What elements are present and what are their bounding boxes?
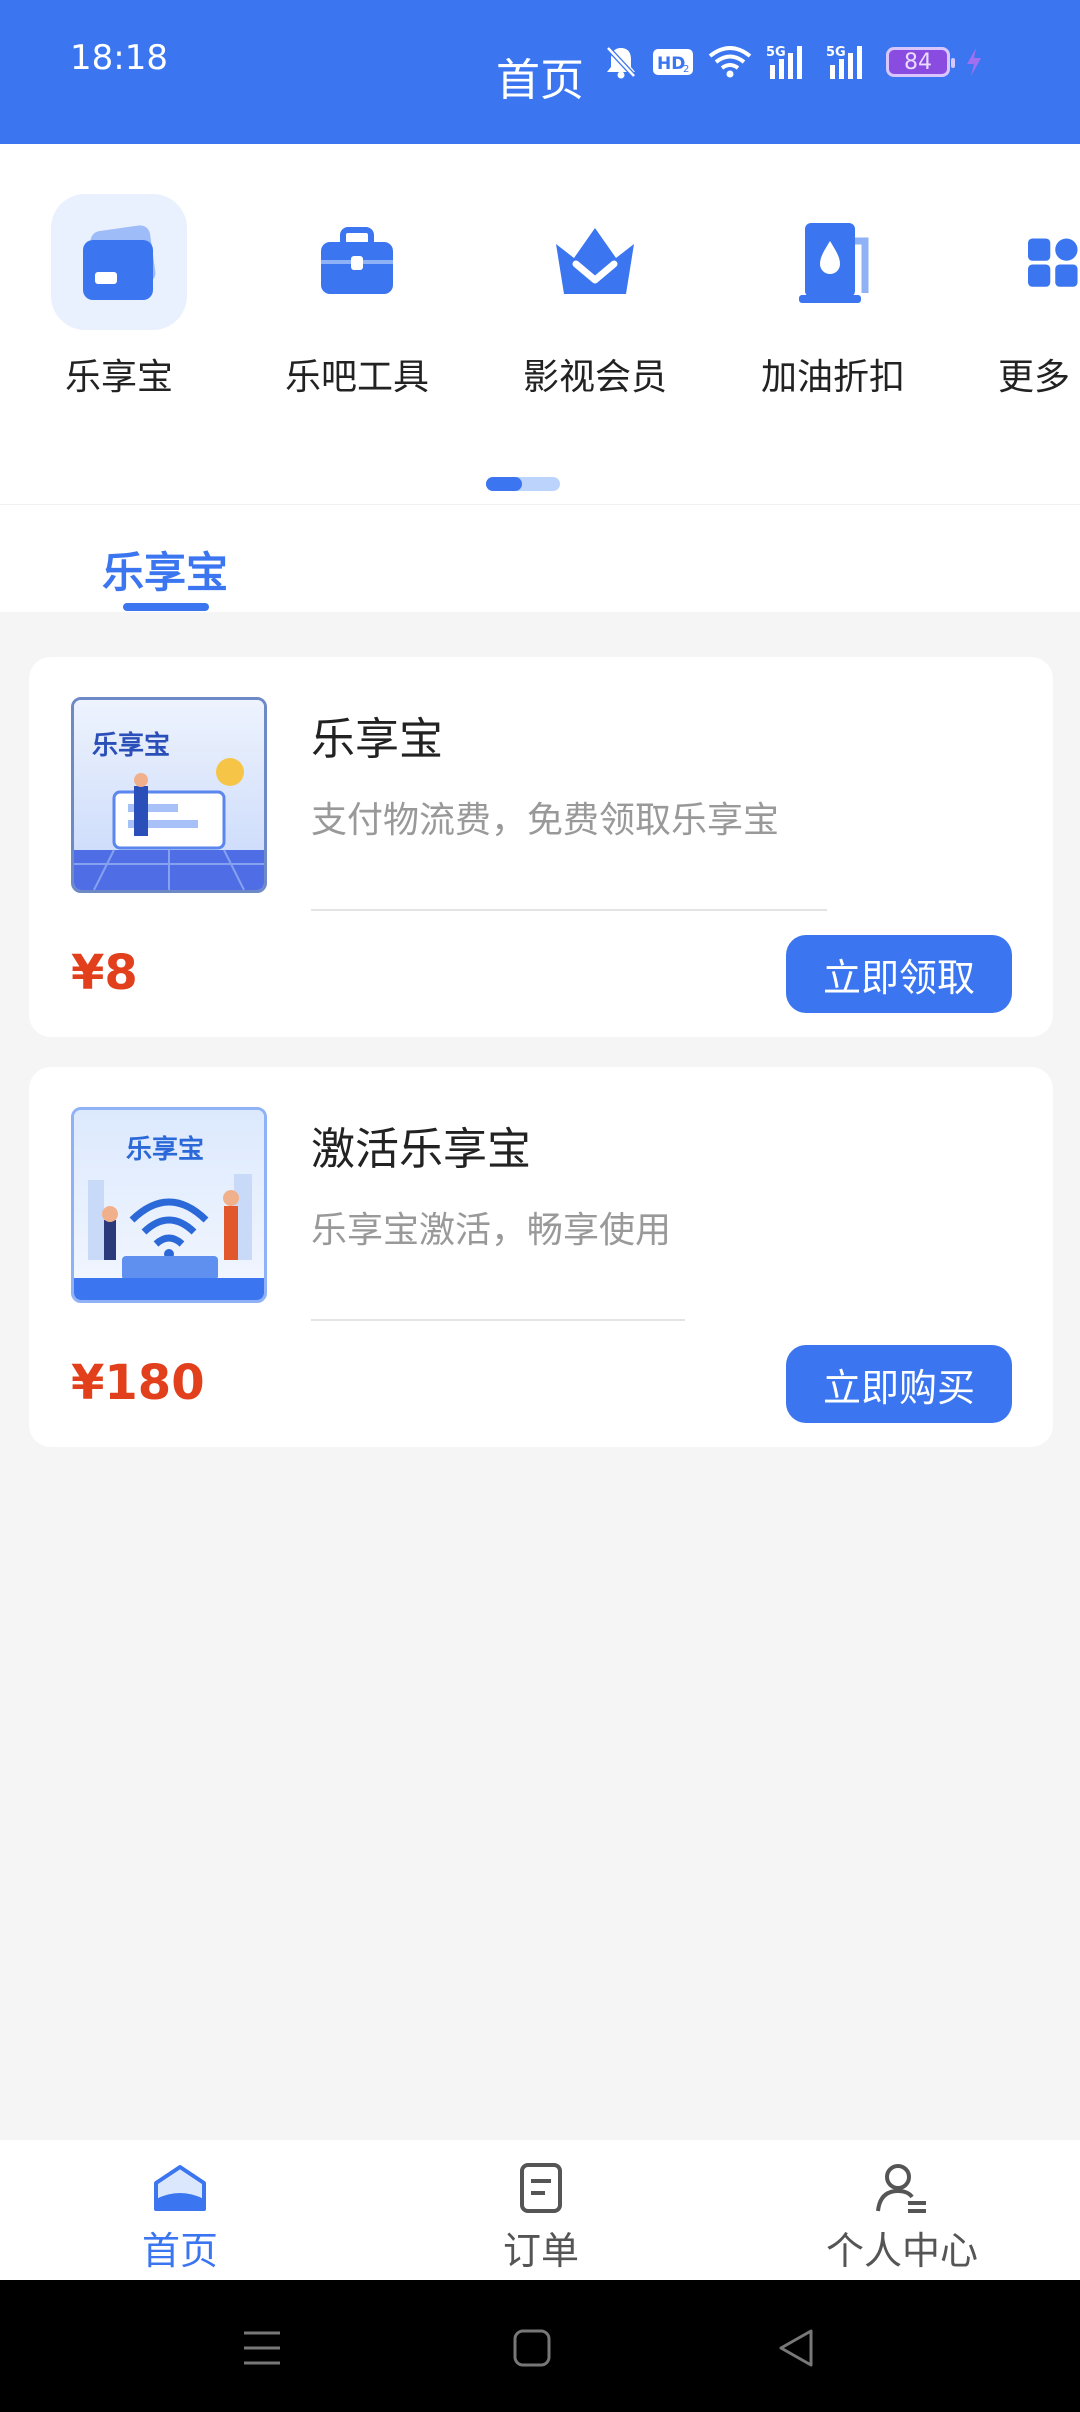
page-indicator-active — [486, 477, 522, 491]
quick-menu-item-fuel-discount[interactable]: 加油折扣 — [728, 194, 938, 414]
tab-underline — [123, 603, 209, 611]
quick-menu-item-video-vip[interactable]: 影视会员 — [490, 194, 700, 414]
charging-icon — [964, 42, 984, 82]
grid-icon — [966, 194, 1080, 330]
signal-5g-icon: 5G — [826, 42, 872, 82]
card-icon — [51, 194, 187, 330]
bottom-nav-orders[interactable]: 订单 — [421, 2158, 661, 2275]
quick-menu-label: 影视会员 — [522, 357, 667, 398]
quick-menu-item-tools[interactable]: 乐吧工具 — [252, 194, 462, 414]
product-card[interactable]: 乐享宝 乐享宝 支付物流费，免费领取乐享宝 ¥8 立即领取 — [29, 657, 1053, 1037]
status-bar: 18:18 首页 HD 2 5G 5G 84 — [0, 0, 1080, 144]
svg-text:5G: 5G — [766, 45, 786, 60]
page-indicator — [486, 477, 560, 491]
product-price: ¥180 — [71, 1355, 205, 1411]
svg-text:HD: HD — [657, 54, 685, 74]
menu-icon[interactable] — [232, 2318, 292, 2378]
quick-menu-item-lexiangbao[interactable]: 乐享宝 — [14, 194, 224, 414]
status-icons: HD 2 5G 5G 84 — [604, 40, 984, 84]
bottom-nav-label: 个人中心 — [825, 2229, 978, 2273]
quick-menu-label: 更多 — [998, 357, 1071, 398]
product-description: 支付物流费，免费领取乐享宝 — [311, 800, 780, 841]
profile-icon — [782, 2158, 1022, 2218]
quick-menu: 乐享宝 乐吧工具 影视会员 加油折扣 更多 — [0, 194, 1080, 424]
bell-muted-icon — [604, 42, 638, 82]
hd-icon: HD 2 — [652, 42, 694, 82]
home-icon — [60, 2158, 300, 2218]
page-title: 首页 — [496, 55, 584, 106]
bottom-nav: 首页 订单 个人中心 — [0, 2140, 1080, 2280]
product-card[interactable]: 乐享宝 激活乐享宝 乐享宝激活，畅享使用 ¥180 立即购买 — [29, 1067, 1053, 1447]
product-title: 激活乐享宝 — [311, 1124, 531, 1175]
thumb-label: 乐享宝 — [92, 730, 170, 761]
quick-menu-item-more[interactable]: 更多 — [966, 194, 1080, 414]
order-icon — [421, 2158, 661, 2218]
battery-icon: 84 — [886, 47, 955, 77]
toolbox-icon — [289, 194, 425, 330]
thumb-label: 乐享宝 — [126, 1134, 204, 1165]
category-tabs: 乐享宝 — [0, 504, 1080, 612]
product-price: ¥8 — [71, 945, 138, 1001]
buy-button[interactable]: 立即购买 — [786, 1345, 1012, 1423]
crown-icon — [527, 194, 663, 330]
status-time: 18:18 — [70, 38, 168, 78]
divider — [311, 1319, 685, 1321]
signal-5g-icon: 5G — [766, 42, 812, 82]
bottom-nav-label: 订单 — [502, 2229, 579, 2273]
wifi-icon — [708, 42, 752, 82]
claim-button[interactable]: 立即领取 — [786, 935, 1012, 1013]
quick-menu-panel: 乐享宝 乐吧工具 影视会员 加油折扣 更多 — [0, 144, 1080, 504]
battery-level: 84 — [904, 49, 932, 75]
svg-text:2: 2 — [683, 64, 689, 75]
product-thumbnail: 乐享宝 — [71, 697, 267, 893]
quick-menu-label: 加油折扣 — [760, 357, 905, 398]
fuel-icon — [765, 194, 901, 330]
divider — [311, 909, 827, 911]
home-button-icon[interactable] — [502, 2318, 562, 2378]
svg-text:5G: 5G — [826, 45, 846, 60]
bottom-nav-profile[interactable]: 个人中心 — [782, 2158, 1022, 2275]
quick-menu-label: 乐享宝 — [64, 357, 173, 398]
product-thumbnail: 乐享宝 — [71, 1107, 267, 1303]
quick-menu-label: 乐吧工具 — [284, 357, 429, 398]
system-nav-bar — [0, 2280, 1080, 2412]
tab-lexiangbao[interactable]: 乐享宝 — [102, 539, 228, 600]
back-icon[interactable] — [766, 2318, 826, 2378]
product-description: 乐享宝激活，畅享使用 — [311, 1210, 672, 1251]
product-title: 乐享宝 — [311, 714, 443, 765]
bottom-nav-label: 首页 — [141, 2229, 218, 2273]
bottom-nav-home[interactable]: 首页 — [60, 2158, 300, 2275]
